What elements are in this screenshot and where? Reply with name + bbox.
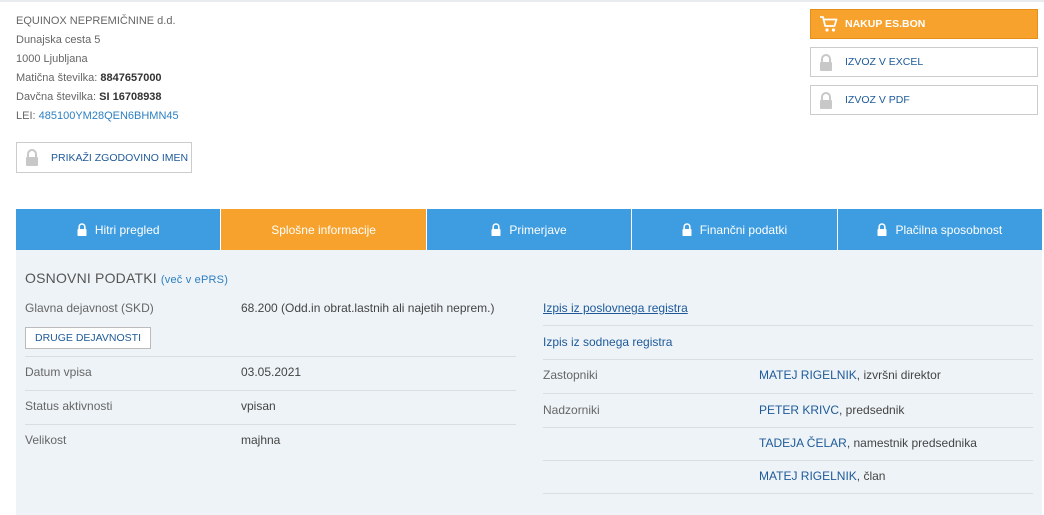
tab-solvency[interactable]: Plačilna sposobnost [837, 209, 1043, 250]
person-role: , izvršni direktor [856, 368, 941, 382]
company-city: 1000 Ljubljana [16, 53, 88, 65]
person-link[interactable]: MATEJ RIGELNIK [759, 469, 857, 483]
tax-number-value: SI 16708938 [99, 91, 162, 103]
lei-value[interactable]: 485100YM28QEN6BHMN45 [39, 110, 179, 122]
person-link[interactable]: TADEJA ČELAR [759, 436, 847, 450]
export-pdf-button[interactable]: IZVOZ V PDF [810, 85, 1038, 115]
registration-date-label: Datum vpisa [25, 365, 92, 379]
person-role: , namestnik predsednika [846, 436, 977, 450]
tab-label: Hitri pregled [94, 222, 160, 237]
tab-financial-data[interactable]: Finančni podatki [632, 209, 838, 250]
show-name-history-label: PRIKAŽI ZGODOVINO IMEN [51, 151, 189, 164]
lock-icon [877, 223, 887, 236]
supervisor-entry: MATEJ RIGELNIK, član [759, 469, 885, 483]
company-info: EQUINOX NEPREMIČNINE d.d. Dunajska cesta… [16, 12, 179, 126]
section-title-text: OSNOVNI PODATKI [25, 270, 157, 286]
supervisor-entry: TADEJA ČELAR, namestnik predsednika [759, 436, 977, 450]
reg-number-value: 8847657000 [100, 72, 162, 84]
court-register-row: Izpis iz sodnega registra [543, 335, 1033, 360]
business-register-row: Izpis iz poslovnega registra [543, 301, 1033, 326]
main-activity-row: Glavna dejavnost (SKD) 68.200 (Odd.in ob… [25, 301, 516, 357]
lock-icon [491, 223, 501, 236]
supervisors-label: Nadzorniki [543, 403, 600, 417]
other-activities-button[interactable]: DRUGE DEJAVNOSTI [25, 327, 151, 349]
main-activity-label: Glavna dejavnost (SKD) [25, 301, 154, 315]
supervisor-row: MATEJ RIGELNIK, član [543, 469, 1033, 494]
buy-esbon-button[interactable]: NAKUP eS.BON [810, 9, 1038, 39]
buy-esbon-label: NAKUP eS.BON [845, 18, 926, 30]
lock-icon [819, 91, 833, 109]
person-link[interactable]: MATEJ RIGELNIK [759, 368, 857, 382]
tab-label: Plačilna sposobnost [895, 222, 1003, 237]
show-name-history-button[interactable]: PRIKAŽI ZGODOVINO IMEN [16, 142, 192, 173]
export-pdf-label: IZVOZ V PDF [845, 94, 910, 106]
company-size-value: majhna [241, 433, 281, 447]
supervisors-row: Nadzorniki PETER KRIVC, predsednik [543, 403, 1033, 428]
activity-status-value: vpisan [241, 399, 276, 413]
top-divider [0, 0, 1044, 2]
main-activity-value: 68.200 (Odd.in obrat.lastnih ali najetih… [241, 301, 495, 315]
supervisor-entry: PETER KRIVC, predsednik [759, 403, 904, 417]
registration-date-value: 03.05.2021 [241, 365, 302, 379]
lock-icon [77, 223, 87, 236]
basic-data-panel: OSNOVNI PODATKI (več v ePRS) Glavna dejav… [16, 250, 1042, 515]
company-name: EQUINOX NEPREMIČNINE d.d. [16, 15, 176, 27]
company-lei: LEI: 485100YM28QEN6BHMN45 [16, 107, 179, 126]
tax-number-label: Davčna številka: [16, 91, 100, 103]
tab-label: Finančni podatki [699, 222, 788, 237]
person-link[interactable]: PETER KRIVC [759, 403, 839, 417]
tab-bar: Hitri pregled Splošne informacije Primer… [16, 209, 1043, 250]
section-title: OSNOVNI PODATKI (več v ePRS) [25, 270, 228, 286]
lock-icon [819, 53, 833, 71]
tab-comparisons[interactable]: Primerjave [426, 209, 633, 250]
company-size-row: Velikost majhna [25, 433, 516, 459]
business-register-link[interactable]: Izpis iz poslovnega registra [543, 301, 688, 315]
reg-number-label: Matična številka: [16, 72, 101, 84]
lock-icon [682, 223, 692, 236]
company-size-label: Velikost [25, 433, 67, 447]
export-excel-label: IZVOZ V EXCEL [845, 56, 924, 68]
person-role: , predsednik [839, 403, 905, 417]
tab-label: Splošne informacije [271, 222, 376, 237]
representative-entry: MATEJ RIGELNIK, izvršni direktor [759, 368, 941, 382]
lei-label: LEI: [16, 110, 39, 122]
representatives-row: Zastopniki MATEJ RIGELNIK, izvršni direk… [543, 368, 1033, 394]
company-tax-number: Davčna številka: SI 16708938 [16, 88, 179, 107]
activity-status-label: Status aktivnosti [25, 399, 113, 413]
cart-icon [819, 15, 839, 33]
registration-date-row: Datum vpisa 03.05.2021 [25, 365, 516, 391]
tab-quick-overview[interactable]: Hitri pregled [16, 209, 222, 250]
person-role: , član [856, 469, 886, 483]
company-reg-number: Matična številka: 8847657000 [16, 69, 179, 88]
tab-label: Primerjave [509, 222, 567, 237]
tab-general-information[interactable]: Splošne informacije [221, 209, 427, 250]
representatives-label: Zastopniki [543, 368, 598, 382]
lock-icon [25, 149, 39, 166]
export-excel-button[interactable]: IZVOZ V EXCEL [810, 47, 1038, 77]
court-register-link[interactable]: Izpis iz sodnega registra [543, 335, 672, 349]
activity-status-row: Status aktivnosti vpisan [25, 399, 516, 425]
more-in-eprs-link[interactable]: (več v ePRS) [161, 274, 228, 286]
supervisor-row: TADEJA ČELAR, namestnik predsednika [543, 436, 1033, 461]
company-street: Dunajska cesta 5 [16, 34, 101, 46]
